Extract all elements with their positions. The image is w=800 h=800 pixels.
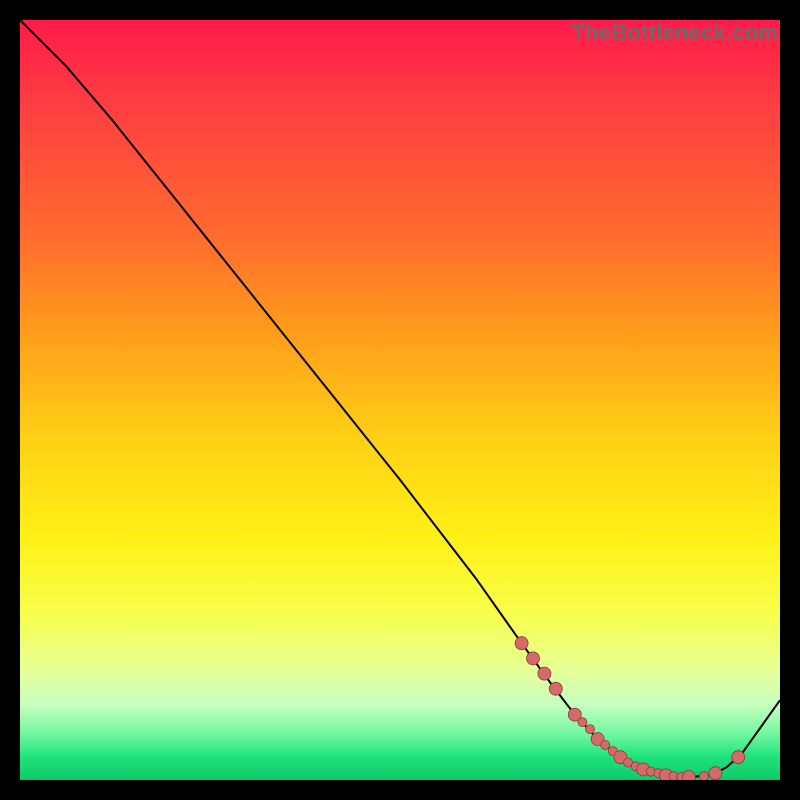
sweet-spot-dot	[709, 767, 722, 780]
sweet-spot-dot	[601, 741, 610, 750]
bottleneck-curve	[20, 20, 780, 777]
sweet-spot-dot	[538, 667, 551, 680]
chart-plot	[20, 20, 780, 780]
sweet-spot-dot	[700, 772, 709, 780]
sweet-spot-dot	[732, 751, 745, 764]
sweet-spot-dot	[549, 682, 562, 695]
chart-frame: TheBottleneck.com	[20, 20, 780, 780]
sweet-spot-dot	[578, 718, 587, 727]
sweet-spot-dots	[515, 637, 745, 780]
sweet-spot-dot	[682, 771, 695, 781]
sweet-spot-dot	[527, 652, 540, 665]
sweet-spot-dot	[515, 637, 528, 650]
sweet-spot-dot	[586, 725, 595, 734]
